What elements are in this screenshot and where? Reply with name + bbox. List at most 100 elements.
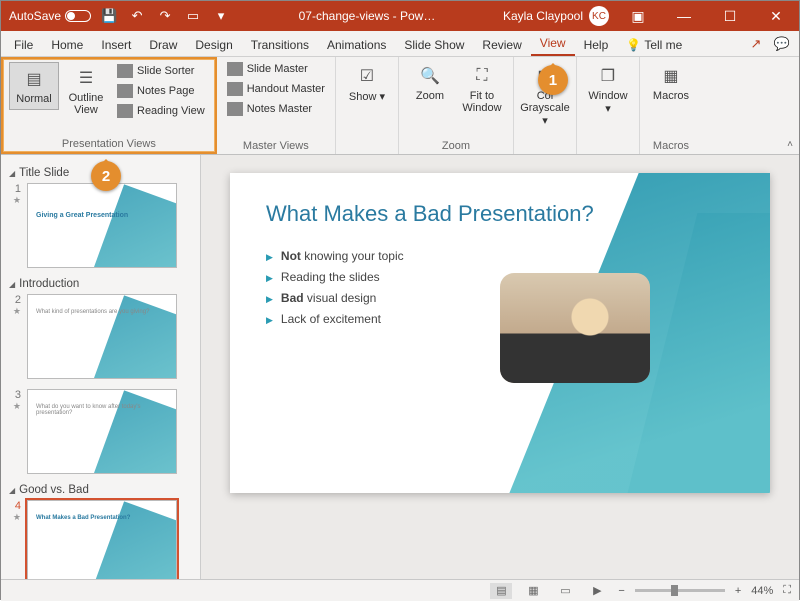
section-header[interactable]: Good vs. Bad [9,484,192,496]
thumbnail-row[interactable]: 3★ What do you want to know after today'… [9,389,192,474]
slide-thumbnail[interactable]: Giving a Great Presentation [27,183,177,268]
maximize-icon[interactable]: ☐ [707,1,753,31]
slide-number: 4★ [9,500,21,523]
slide-thumbnail-selected[interactable]: What Makes a Bad Presentation? [27,500,177,579]
autosave-label: AutoSave [9,9,61,23]
tab-draw[interactable]: Draw [140,34,186,56]
group-label: Macros [646,138,696,154]
slideshow-statusbtn[interactable]: ▶ [586,583,608,599]
normal-view-button[interactable]: ▤ Normal [9,62,59,110]
handout-master-label: Handout Master [247,83,325,95]
comments-icon[interactable]: 💬 [769,32,795,56]
show-label: Show ▾ [349,90,385,103]
macros-button[interactable]: ▦ Macros [646,60,696,106]
zoom-in-button[interactable]: + [735,585,741,597]
handout-master-icon [227,82,243,96]
qat-more-icon[interactable]: ▾ [211,6,231,26]
zoom-button[interactable]: 🔍 Zoom [405,60,455,106]
group-zoom: 🔍 Zoom ⛶ Fit to Window Zoom [399,57,514,154]
user-name: Kayla Claypool [503,9,583,23]
thumb-caption: What Makes a Bad Presentation? [36,515,130,521]
thumbnail-row[interactable]: 4★ What Makes a Bad Presentation? [9,500,192,579]
show-button[interactable]: ☑ Show ▾ [342,60,392,107]
workspace: Title Slide 1★ Giving a Great Presentati… [1,155,799,579]
tell-me-label: Tell me [644,38,682,52]
slide-sorter-icon [117,64,133,78]
handout-master-button[interactable]: Handout Master [223,80,329,98]
user-avatar[interactable]: KC [589,6,609,26]
color-grayscale-label: Col Grayscale ▾ [520,90,570,127]
slide-number: 3★ [9,389,21,412]
normal-view-statusbtn[interactable]: ▤ [490,583,512,599]
slide-image[interactable] [500,273,650,383]
window-label: Window ▾ [585,90,631,115]
reading-view-button[interactable]: Reading View [113,102,209,120]
ribbon: ▤ Normal ☰ Outline View Slide Sorter Not… [1,57,799,155]
zoom-out-button[interactable]: − [618,585,624,597]
tab-review[interactable]: Review [473,34,530,56]
tab-slideshow[interactable]: Slide Show [395,34,473,56]
slide-master-icon [227,62,243,76]
callout-2: 2 [91,161,121,191]
slide-thumbnail[interactable]: What do you want to know after today's p… [27,389,177,474]
group-show: ☑ Show ▾ [336,57,399,154]
normal-view-label: Normal [16,93,51,105]
tab-animations[interactable]: Animations [318,34,395,56]
outline-view-icon: ☰ [71,66,101,90]
macros-icon: ▦ [656,64,686,88]
undo-icon[interactable]: ↶ [127,6,147,26]
thumbnail-row[interactable]: 2★ What kind of presentations are you gi… [9,294,192,379]
autosave-toggle[interactable]: AutoSave [9,9,91,23]
thumb-caption: Giving a Great Presentation [36,212,128,219]
notes-master-label: Notes Master [247,103,312,115]
tab-design[interactable]: Design [186,34,241,56]
close-icon[interactable]: ✕ [753,1,799,31]
slide-sorter-button[interactable]: Slide Sorter [113,62,209,80]
tell-me[interactable]: 💡 Tell me [617,34,691,56]
section-header[interactable]: Introduction [9,278,192,290]
start-slideshow-icon[interactable]: ▭ [183,6,203,26]
window-button[interactable]: ❐ Window ▾ [583,60,633,119]
fit-to-window-button[interactable]: ⛶ Fit to Window [457,60,507,118]
slide-thumbnail-panel[interactable]: Title Slide 1★ Giving a Great Presentati… [1,155,201,579]
notes-page-label: Notes Page [137,85,194,97]
tab-home[interactable]: Home [42,34,92,56]
slide-canvas-area[interactable]: What Makes a Bad Presentation? Not knowi… [201,155,799,579]
zoom-icon: 🔍 [415,64,445,88]
outline-view-button[interactable]: ☰ Outline View [61,62,111,120]
reading-view-statusbtn[interactable]: ▭ [554,583,576,599]
group-macros: ▦ Macros Macros [640,57,702,154]
tab-view[interactable]: View [531,32,575,56]
minimize-icon[interactable]: — [661,1,707,31]
fit-to-window-statusbtn[interactable]: ⛶ [783,584,791,597]
notes-page-icon [117,84,133,98]
collapse-ribbon-icon[interactable]: ˄ [787,139,793,150]
thumbnail-row[interactable]: 1★ Giving a Great Presentation [9,183,192,268]
tab-transitions[interactable]: Transitions [242,34,318,56]
slide-thumbnail[interactable]: What kind of presentations are you givin… [27,294,177,379]
notes-page-button[interactable]: Notes Page [113,82,209,100]
share-icon[interactable]: ↗ [743,32,769,56]
status-bar: ▤ ▦ ▭ ▶ − + 44% ⛶ [1,579,799,601]
tab-insert[interactable]: Insert [92,34,140,56]
thumb-caption: What kind of presentations are you givin… [36,309,149,315]
fit-window-icon: ⛶ [467,64,497,88]
zoom-percent[interactable]: 44% [751,585,773,597]
callout-1: 1 [538,65,568,95]
slide-title[interactable]: What Makes a Bad Presentation? [266,201,734,227]
slide-master-button[interactable]: Slide Master [223,60,329,78]
zoom-slider[interactable] [635,589,725,592]
tab-file[interactable]: File [5,34,42,56]
window-icon: ❐ [593,64,623,88]
notes-master-button[interactable]: Notes Master [223,100,329,118]
ribbon-display-icon[interactable]: ▣ [615,1,661,31]
bullet-item[interactable]: Not knowing your topic [266,249,734,263]
tab-help[interactable]: Help [575,34,618,56]
save-icon[interactable]: 💾 [99,6,119,26]
sorter-view-statusbtn[interactable]: ▦ [522,583,544,599]
thumb-caption: What do you want to know after today's p… [36,404,176,416]
outline-view-label: Outline View [63,92,109,116]
slide[interactable]: What Makes a Bad Presentation? Not knowi… [230,173,770,493]
redo-icon[interactable]: ↷ [155,6,175,26]
zoom-label: Zoom [416,90,444,102]
